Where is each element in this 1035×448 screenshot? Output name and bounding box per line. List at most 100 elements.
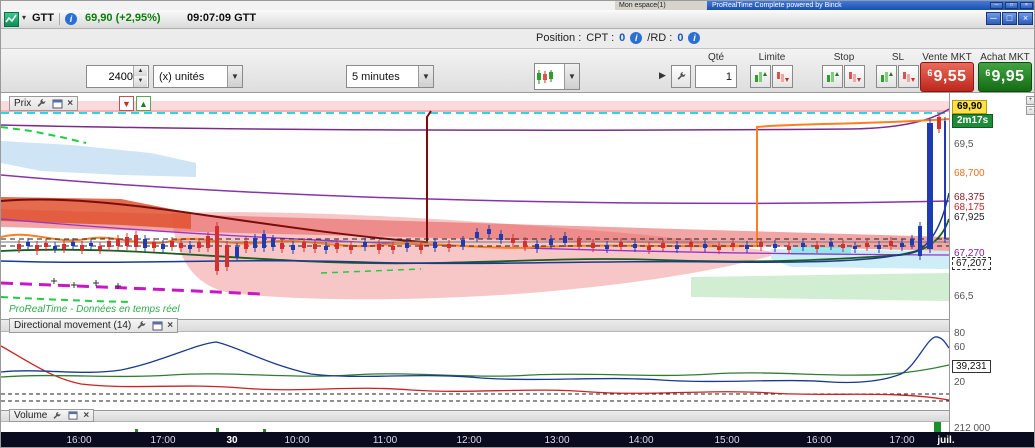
sell-price-prefix: 6 [927, 68, 933, 78]
quantity-stepper[interactable]: ▲ ▼ [86, 65, 149, 88]
buy-price: 9,95 [991, 68, 1025, 85]
last-price-label: 69,90 [952, 100, 988, 114]
dm-panel-title: Directional movement (14) [14, 320, 132, 331]
price-axis[interactable]: 69,90 2m17s 69,5 68,700 68,375 68,175 67… [949, 93, 1034, 434]
cpt-info-icon[interactable]: i [630, 32, 643, 44]
time-label: 11:00 [372, 435, 398, 446]
clock-label: 09:07:09 GTT [187, 12, 257, 24]
price-close-icon[interactable]: × [67, 98, 73, 109]
instrument-info-icon[interactable]: i [65, 13, 77, 25]
stop-column-header: Stop [833, 52, 855, 63]
app-titlebar: ProRealTime Complete powered by Binck [707, 1, 1034, 10]
window-icon [52, 99, 63, 108]
sl-sell-button[interactable] [898, 65, 919, 88]
app-title: ProRealTime Complete powered by Binck [712, 2, 842, 9]
app-restore-icon[interactable]: □ [1005, 2, 1018, 9]
price-panel-chip: Prix × [9, 96, 79, 111]
axis-zoom-in-button[interactable]: + [1026, 96, 1034, 105]
volume-chart-canvas[interactable] [1, 422, 949, 432]
quantity-up-icon[interactable]: ▲ [133, 66, 147, 76]
cpt-value: 0 [619, 32, 626, 44]
position-summary: Position : CPT : 0 i /RD : 0 i [536, 32, 701, 44]
wrench-icon [137, 321, 146, 329]
rd-value: 0 [677, 32, 684, 44]
countdown-label: 2m17s [952, 114, 994, 128]
minimize-button[interactable]: ─ [986, 12, 1001, 25]
chart-buy-arrow-button[interactable]: ▲ [136, 96, 151, 111]
window-icon [152, 321, 163, 330]
qty-column-header: Qté [707, 52, 725, 63]
units-dropdown-icon[interactable]: ▼ [227, 66, 242, 87]
price-panel-title: Prix [14, 98, 32, 109]
units-selected-value: (x) unités [159, 70, 205, 83]
position-bar [1, 29, 1034, 49]
buy-market-button[interactable]: 6 9,95 [978, 62, 1032, 92]
limit-column-header: Limite [758, 52, 786, 63]
wrench-icon [37, 99, 46, 107]
instrument-icon [4, 12, 19, 27]
workspace-tab[interactable]: Mon espace(1) [615, 1, 711, 10]
units-select[interactable]: (x) unités ▼ [153, 65, 243, 88]
sell-market-button[interactable]: 6 9,55 [920, 62, 974, 92]
stop-buy-button[interactable] [822, 65, 843, 88]
time-label: 16:00 [66, 435, 92, 446]
time-label: 10:00 [284, 435, 310, 446]
price-axis-label: 67,925 [954, 212, 985, 223]
chart-sell-arrow-button[interactable]: ▼ [119, 96, 134, 111]
chart-style-button[interactable]: ▼ [534, 63, 580, 90]
price-axis-label: 66,5 [954, 291, 974, 302]
dm-panel-chip: Directional movement (14) × [9, 318, 179, 333]
price-change-label: 69,90 (+2,95%) [85, 12, 161, 24]
timeframe-selected-value: 5 minutes [352, 70, 400, 83]
limit-sell-button[interactable] [772, 65, 793, 88]
buy-price-prefix: 6 [985, 68, 991, 78]
volume-close-icon[interactable]: × [83, 410, 89, 421]
window-icon [68, 411, 78, 420]
wrench-icon [677, 72, 685, 80]
dm-chart-canvas[interactable] [1, 332, 949, 410]
quantity-down-icon[interactable]: ▼ [133, 76, 147, 87]
dm-settings-button[interactable] [135, 320, 147, 332]
trading-window: Mon espace(1) ProRealTime Complete power… [0, 0, 1035, 448]
order-qty-input[interactable] [695, 65, 737, 88]
cpt-label: CPT : [586, 32, 615, 44]
trade-settings-button[interactable] [671, 65, 691, 88]
dm-axis-label: 60 [954, 342, 966, 353]
price-level-box: 67,207 [952, 257, 991, 270]
sl-buy-button[interactable] [876, 65, 897, 88]
trade-panel-collapse-icon[interactable]: ▶ [659, 70, 666, 81]
close-button[interactable]: × [1018, 12, 1033, 25]
limit-buy-button[interactable] [750, 65, 771, 88]
buy-order-icon [827, 71, 839, 82]
dm-popout-button[interactable] [151, 320, 163, 332]
time-label: 13:00 [544, 435, 570, 446]
volume-settings-button[interactable] [51, 410, 63, 422]
app-close-icon[interactable]: × [1020, 2, 1033, 9]
time-axis[interactable]: 16:00 17:00 30 10:00 11:00 12:00 13:00 1… [1, 432, 1034, 447]
price-settings-button[interactable] [35, 98, 47, 110]
quantity-input[interactable] [91, 70, 135, 84]
dm-close-icon[interactable]: × [167, 320, 173, 331]
symbol-label[interactable]: GTT [32, 12, 54, 24]
rd-label: /RD : [647, 32, 673, 44]
chart-style-dropdown-icon[interactable]: ▼ [564, 64, 579, 89]
volume-panel-title: Volume [14, 410, 48, 421]
buy-order-icon [881, 71, 893, 82]
stop-sell-button[interactable] [844, 65, 865, 88]
timeframe-dropdown-icon[interactable]: ▼ [418, 66, 433, 87]
price-popout-button[interactable] [51, 98, 63, 110]
position-label: Position : [536, 32, 582, 44]
app-minimize-icon[interactable]: ─ [990, 2, 1003, 9]
time-label: 15:00 [714, 435, 740, 446]
price-chart-canvas[interactable] [1, 101, 949, 319]
timeframe-select[interactable]: 5 minutes ▼ [346, 65, 434, 88]
axis-zoom-out-button[interactable]: − [1026, 106, 1034, 115]
sell-price: 9,55 [933, 68, 967, 85]
symbol-dropdown-icon[interactable]: ▾ [22, 13, 26, 22]
volume-popout-button[interactable] [67, 410, 79, 422]
header-separator [59, 13, 60, 25]
maximize-button[interactable]: □ [1002, 12, 1017, 25]
sell-order-icon [903, 71, 915, 82]
rd-info-icon[interactable]: i [688, 32, 701, 44]
dm-value-box: 39,231 [952, 360, 991, 373]
